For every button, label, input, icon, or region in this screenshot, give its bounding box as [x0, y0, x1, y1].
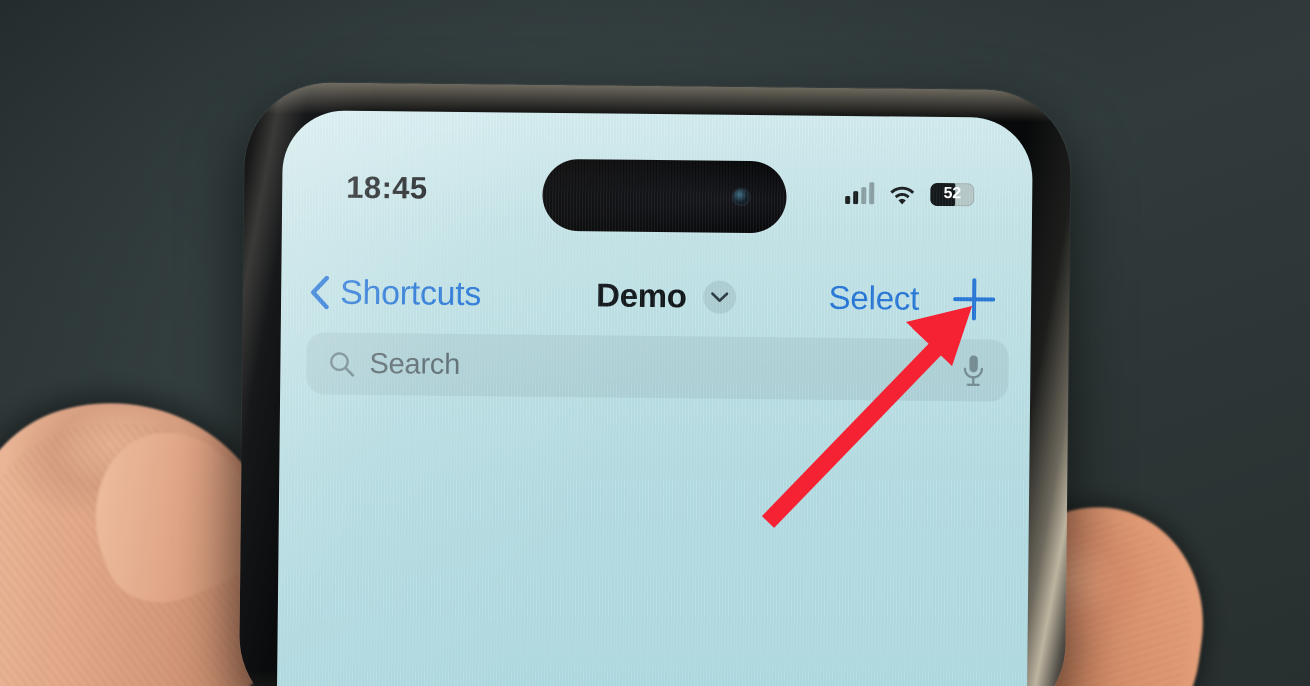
microphone-icon[interactable]: [960, 353, 986, 387]
battery-icon: 52: [930, 182, 975, 206]
chevron-down-icon[interactable]: [702, 279, 736, 314]
select-button[interactable]: Select: [828, 279, 919, 318]
page-title: Demo: [595, 276, 687, 315]
nav-actions: Select: [828, 277, 995, 321]
search-icon: [330, 351, 355, 377]
chevron-left-icon: [310, 275, 330, 310]
status-indicators: 52: [845, 181, 975, 206]
title-group: Demo: [596, 276, 736, 315]
battery-level-text: 52: [943, 185, 962, 203]
front-camera-icon: [733, 189, 749, 205]
search-input[interactable]: Search: [369, 348, 946, 387]
cellular-bars-icon: [845, 182, 875, 205]
plus-icon[interactable]: [953, 278, 995, 320]
status-time: 18:45: [346, 169, 428, 206]
back-button-label: Shortcuts: [339, 273, 482, 313]
iphone-device: 18:45 52 Shortcuts Demo Select Search: [238, 81, 1072, 686]
search-bar[interactable]: Search: [306, 332, 1009, 402]
screenshot-scene: 18:45 52 Shortcuts Demo Select Search: [0, 0, 1310, 686]
wifi-icon: [890, 186, 915, 205]
navigation-bar: Shortcuts Demo Select: [281, 260, 1032, 332]
back-button[interactable]: Shortcuts: [309, 273, 481, 314]
phone-screen: 18:45 52 Shortcuts Demo Select Search: [276, 110, 1034, 686]
dynamic-island: [542, 158, 787, 234]
